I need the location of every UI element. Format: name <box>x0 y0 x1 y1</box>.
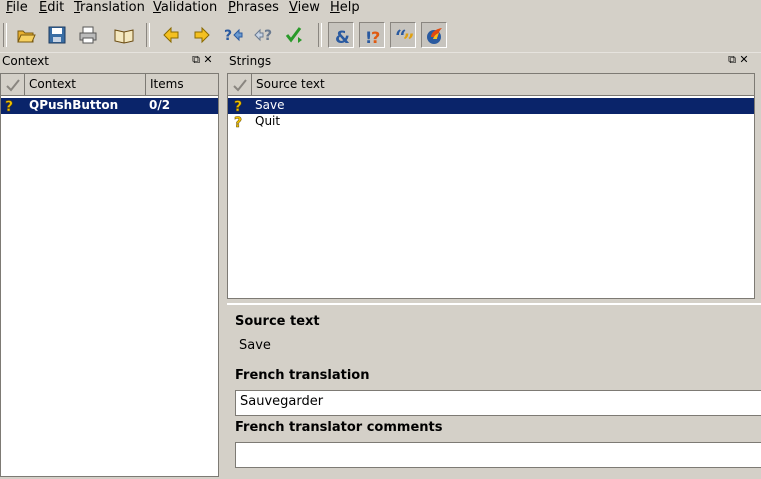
context-panel-title: Context <box>2 54 50 68</box>
next-unfinished-icon: ? <box>224 28 243 44</box>
strings-list[interactable]: Source text ? Save ? Quit <box>227 73 755 299</box>
context-panel-buttons: ⧉ ✕ <box>190 53 214 70</box>
phrase-match-icon: “” <box>395 26 414 46</box>
svg-text:?: ? <box>371 28 380 46</box>
open-button[interactable] <box>13 22 39 48</box>
unfinished-question-icon: ? <box>234 114 244 132</box>
menu-edit-mnemonic: E <box>39 0 48 15</box>
context-items: 0/2 <box>149 98 171 112</box>
placeholder-check-button[interactable] <box>421 22 447 48</box>
strings-panel-title: Strings <box>229 54 272 68</box>
string-row[interactable]: ? Save <box>228 98 754 116</box>
menu-translation[interactable]: Translation <box>72 0 147 17</box>
menu-bar: File Edit Translation Validation Phrases… <box>0 0 761 17</box>
menu-validation-label: alidation <box>160 0 218 15</box>
float-icon[interactable]: ⧉ <box>190 53 202 67</box>
previous-unfinished-button[interactable]: ? <box>251 22 277 48</box>
done-and-next-icon <box>285 27 302 43</box>
next-unfinished-button[interactable]: ? <box>220 22 246 48</box>
open-folder-icon <box>17 30 36 43</box>
context-header-status[interactable] <box>1 74 25 96</box>
translator-comments-label: French translator comments <box>235 420 443 435</box>
toolbar-handle[interactable] <box>146 23 150 47</box>
source-text-label: Source text <box>235 314 320 329</box>
menu-help-label: elp <box>339 0 360 15</box>
menu-edit-label: dit <box>47 0 65 15</box>
context-list[interactable]: Context Items ? QPushButton 0/2 <box>0 73 219 477</box>
source-text-value: Save <box>239 338 271 353</box>
context-row[interactable]: ? QPushButton 0/2 <box>1 98 218 116</box>
previous-button[interactable] <box>158 22 184 48</box>
save-button[interactable] <box>44 22 70 48</box>
translator-comments-field[interactable] <box>235 442 761 468</box>
placeholder-check-icon <box>427 28 442 44</box>
menu-translation-label: ranslation <box>80 0 145 15</box>
strings-panel-buttons: ⧉ ✕ <box>726 53 750 70</box>
context-header-context[interactable]: Context <box>25 74 146 96</box>
close-icon[interactable]: ✕ <box>738 53 750 66</box>
toolbar: ? ? & !? “” <box>0 17 761 53</box>
menu-validation-mnemonic: V <box>153 0 161 15</box>
menu-view-mnemonic: V <box>289 0 298 15</box>
menu-phrases-label: hrases <box>235 0 279 15</box>
phrase-match-button[interactable]: “” <box>390 22 416 48</box>
menu-phrases[interactable]: Phrases <box>226 0 281 17</box>
menu-file[interactable]: File <box>4 0 30 17</box>
accelerator-check-icon: & <box>335 28 350 46</box>
menu-validation[interactable]: Validation <box>151 0 219 17</box>
strings-header-source-text[interactable]: Source text <box>252 74 754 96</box>
toolbar-handle[interactable] <box>3 23 7 47</box>
float-icon[interactable]: ⧉ <box>726 53 738 67</box>
phrase-book-button[interactable] <box>111 22 137 48</box>
unfinished-question-icon: ? <box>5 98 15 116</box>
translation-editor: Source text Save French translation Sauv… <box>227 303 761 479</box>
done-and-next-button[interactable] <box>282 22 308 48</box>
menu-phrases-mnemonic: P <box>228 0 236 15</box>
vertical-splitter[interactable] <box>219 53 227 477</box>
menu-view-label: iew <box>297 0 320 15</box>
svg-text:”: ” <box>403 29 414 46</box>
translation-field[interactable]: Sauvegarder <box>235 390 761 416</box>
save-disk-icon <box>48 26 66 44</box>
context-header-items[interactable]: Items <box>146 74 218 96</box>
punctuation-check-button[interactable]: !? <box>359 22 385 48</box>
phrase-book-icon <box>114 29 134 44</box>
svg-text:?: ? <box>264 28 272 44</box>
string-source-text: Quit <box>255 114 281 128</box>
string-source-text: Save <box>255 98 285 112</box>
context-name: QPushButton <box>29 98 119 112</box>
previous-unfinished-icon: ? <box>254 28 272 44</box>
unfinished-question-icon: ? <box>234 98 244 116</box>
translation-label: French translation <box>235 368 370 383</box>
menu-edit[interactable]: Edit <box>37 0 66 17</box>
print-icon <box>79 26 97 44</box>
svg-text:?: ? <box>5 99 13 113</box>
accelerator-check-button[interactable]: & <box>328 22 354 48</box>
toolbar-handle[interactable] <box>318 23 322 47</box>
close-icon[interactable]: ✕ <box>202 53 214 66</box>
checkmark-header-icon <box>6 79 20 92</box>
checkmark-header-icon <box>233 79 247 92</box>
svg-text:?: ? <box>224 28 232 44</box>
print-button[interactable] <box>75 22 101 48</box>
menu-file-label: ile <box>12 0 28 15</box>
svg-text:&: & <box>335 28 350 46</box>
next-button[interactable] <box>189 22 215 48</box>
string-row[interactable]: ? Quit <box>228 114 754 132</box>
strings-header-status[interactable] <box>228 74 252 96</box>
previous-arrow-icon <box>163 26 179 44</box>
next-arrow-icon <box>194 26 210 44</box>
punctuation-check-icon: !? <box>365 28 380 46</box>
svg-text:?: ? <box>234 99 242 113</box>
svg-text:?: ? <box>234 115 242 129</box>
menu-help[interactable]: Help <box>328 0 362 17</box>
menu-help-mnemonic: H <box>330 0 340 15</box>
menu-view[interactable]: View <box>287 0 322 17</box>
